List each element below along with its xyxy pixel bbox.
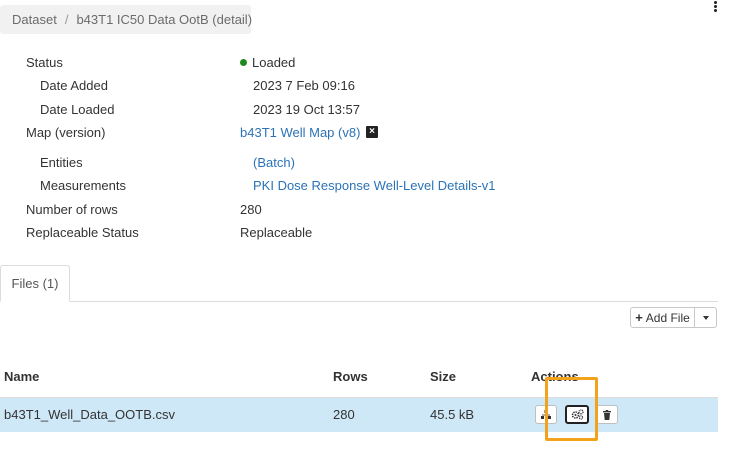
plus-icon: + — [635, 310, 643, 325]
entities-label: Entities — [40, 155, 83, 170]
status-label: Status — [26, 55, 63, 70]
breadcrumb-root[interactable]: Dataset — [12, 12, 57, 27]
column-header-size[interactable]: Size — [430, 369, 456, 384]
map-version-link[interactable]: b43T1 Well Map (v8) — [240, 125, 360, 140]
add-file-button-group: + Add File — [630, 307, 717, 328]
file-size-cell: 45.5 kB — [430, 407, 475, 422]
measurements-label: Measurements — [40, 178, 126, 193]
date-added-value: 2023 7 Feb 09:16 — [253, 78, 355, 93]
tab-strip — [0, 301, 718, 302]
breadcrumb: Dataset / b43T1 IC50 Data OotB (detail) — [0, 5, 253, 34]
column-header-rows[interactable]: Rows — [333, 369, 368, 384]
breadcrumb-separator: / — [64, 12, 69, 27]
add-file-button[interactable]: + Add File — [630, 307, 695, 328]
entities-link[interactable]: (Batch) — [253, 155, 295, 170]
unlink-map-icon[interactable]: × — [366, 126, 378, 138]
gears-icon — [571, 409, 584, 420]
column-header-actions: Actions — [531, 369, 579, 384]
trash-icon — [603, 409, 611, 420]
status-value: Loaded — [240, 55, 295, 70]
number-of-rows-label: Number of rows — [26, 202, 118, 217]
map-version-label: Map (version) — [26, 125, 106, 140]
file-name-cell[interactable]: b43T1_Well_Data_OOTB.csv — [4, 407, 175, 422]
delete-action-button[interactable] — [596, 405, 618, 424]
number-of-rows-value: 280 — [240, 202, 262, 217]
column-header-name[interactable]: Name — [4, 369, 39, 384]
structure-action-button[interactable] — [535, 405, 557, 424]
date-added-label: Date Added — [40, 78, 108, 93]
replaceable-status-label: Replaceable Status — [26, 225, 139, 240]
replaceable-status-value: Replaceable — [240, 225, 313, 240]
date-loaded-label: Date Loaded — [40, 102, 115, 117]
sitemap-icon — [541, 410, 551, 419]
status-dot-icon — [240, 59, 247, 66]
caret-down-icon — [702, 315, 709, 320]
more-options-icon[interactable] — [711, 0, 719, 12]
file-rows-cell: 280 — [333, 407, 355, 422]
add-file-dropdown-toggle[interactable] — [695, 307, 717, 328]
date-loaded-value: 2023 19 Oct 13:57 — [253, 102, 360, 117]
tab-files[interactable]: Files (1) — [0, 265, 70, 302]
settings-action-button[interactable] — [565, 405, 589, 424]
measurements-link[interactable]: PKI Dose Response Well-Level Details-v1 — [253, 178, 496, 193]
breadcrumb-current: b43T1 IC50 Data OotB (detail) — [76, 12, 253, 27]
